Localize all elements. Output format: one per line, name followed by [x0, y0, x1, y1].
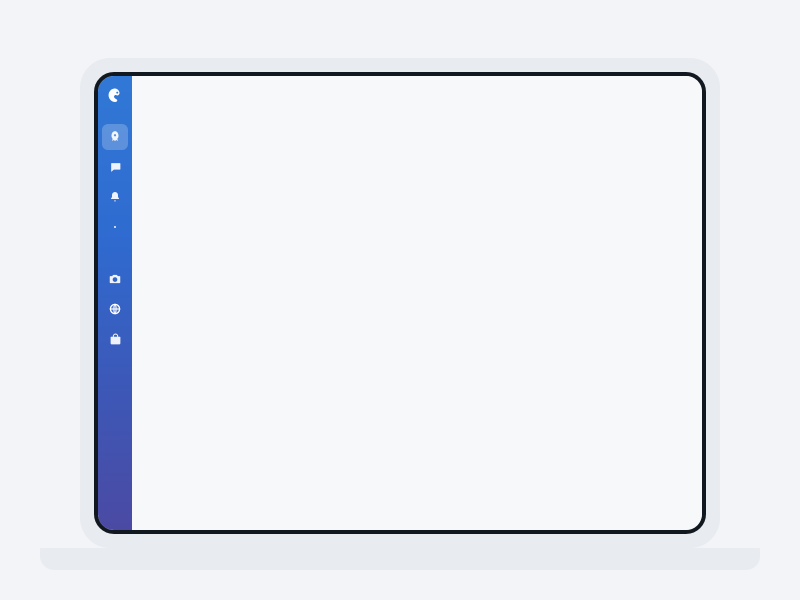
- bell-icon: [109, 191, 121, 203]
- dot-icon: [110, 222, 120, 232]
- sidebar-item-globe[interactable]: [102, 296, 128, 322]
- bag-icon: [109, 333, 122, 346]
- laptop-frame: [80, 58, 720, 548]
- sidebar-item-files[interactable]: [102, 326, 128, 352]
- sidebar-item-more[interactable]: [102, 214, 128, 240]
- globe-icon: [108, 302, 122, 316]
- sidebar-item-chat[interactable]: [102, 154, 128, 180]
- sidebar: [98, 76, 132, 530]
- app-logo-icon[interactable]: [105, 86, 125, 106]
- sidebar-item-alerts[interactable]: [102, 184, 128, 210]
- laptop-base: [40, 548, 760, 570]
- camera-icon: [108, 272, 122, 286]
- app-screen: [94, 72, 706, 534]
- rocket-icon: [108, 130, 122, 144]
- main-content-area: [132, 76, 702, 530]
- sidebar-item-media[interactable]: [102, 266, 128, 292]
- chat-icon: [109, 161, 122, 174]
- sidebar-item-launch[interactable]: [102, 124, 128, 150]
